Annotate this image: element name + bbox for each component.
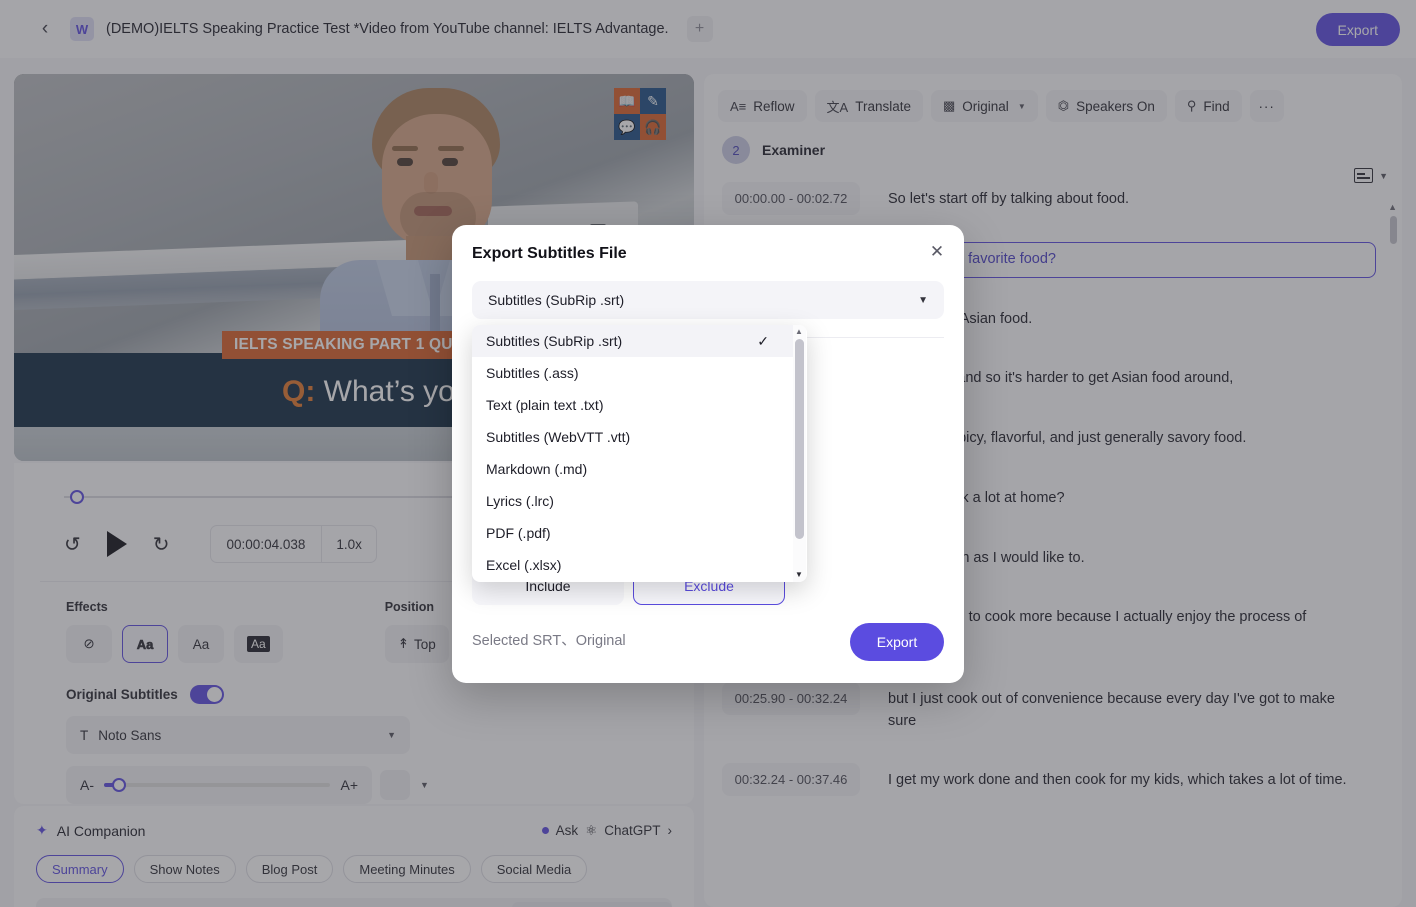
dropdown-option-ass[interactable]: Subtitles (.ass) bbox=[472, 357, 793, 389]
option-label: Excel (.xlsx) bbox=[486, 557, 562, 573]
dialog-title: Export Subtitles File bbox=[472, 245, 627, 262]
scroll-up-icon[interactable]: ▲ bbox=[795, 327, 803, 336]
option-label: Subtitles (WebVTT .vtt) bbox=[486, 429, 631, 445]
format-select-value: Subtitles (SubRip .srt) bbox=[488, 292, 625, 308]
option-label: Text (plain text .txt) bbox=[486, 397, 604, 413]
dropdown-option-md[interactable]: Markdown (.md) bbox=[472, 453, 793, 485]
dialog-export-button[interactable]: Export bbox=[850, 623, 944, 661]
option-label: Subtitles (.ass) bbox=[486, 365, 579, 381]
scrollbar-thumb[interactable] bbox=[795, 339, 804, 539]
format-select[interactable]: Subtitles (SubRip .srt) ▼ bbox=[472, 281, 944, 319]
selection-summary: Selected SRT、Original bbox=[472, 633, 626, 649]
option-label: Lyrics (.lrc) bbox=[486, 493, 554, 509]
dropdown-option-vtt[interactable]: Subtitles (WebVTT .vtt) bbox=[472, 421, 793, 453]
option-label: Markdown (.md) bbox=[486, 461, 588, 477]
dropdown-option-pdf[interactable]: PDF (.pdf) bbox=[472, 517, 793, 549]
dropdown-scrollbar[interactable]: ▲ ▼ bbox=[793, 325, 806, 582]
check-icon: ✓ bbox=[757, 332, 769, 349]
dropdown-scroll-area: Subtitles (SubRip .srt) ✓ Subtitles (.as… bbox=[472, 325, 793, 582]
format-dropdown-list: Subtitles (SubRip .srt) ✓ Subtitles (.as… bbox=[472, 325, 807, 582]
scroll-down-icon[interactable]: ▼ bbox=[795, 570, 803, 579]
option-label: PDF (.pdf) bbox=[486, 525, 551, 541]
dropdown-option-srt[interactable]: Subtitles (SubRip .srt) ✓ bbox=[472, 325, 793, 357]
chevron-down-icon: ▼ bbox=[918, 294, 928, 306]
app-root: ‹ W (DEMO)IELTS Speaking Practice Test *… bbox=[0, 0, 1416, 907]
option-label: Subtitles (SubRip .srt) bbox=[486, 333, 623, 349]
dropdown-option-txt[interactable]: Text (plain text .txt) bbox=[472, 389, 793, 421]
dropdown-option-xlsx[interactable]: Excel (.xlsx) bbox=[472, 549, 793, 581]
dropdown-option-lrc[interactable]: Lyrics (.lrc) bbox=[472, 485, 793, 517]
export-subtitles-dialog: Export Subtitles File ✕ Subtitles (SubRi… bbox=[452, 225, 964, 683]
close-icon[interactable]: ✕ bbox=[924, 239, 950, 265]
